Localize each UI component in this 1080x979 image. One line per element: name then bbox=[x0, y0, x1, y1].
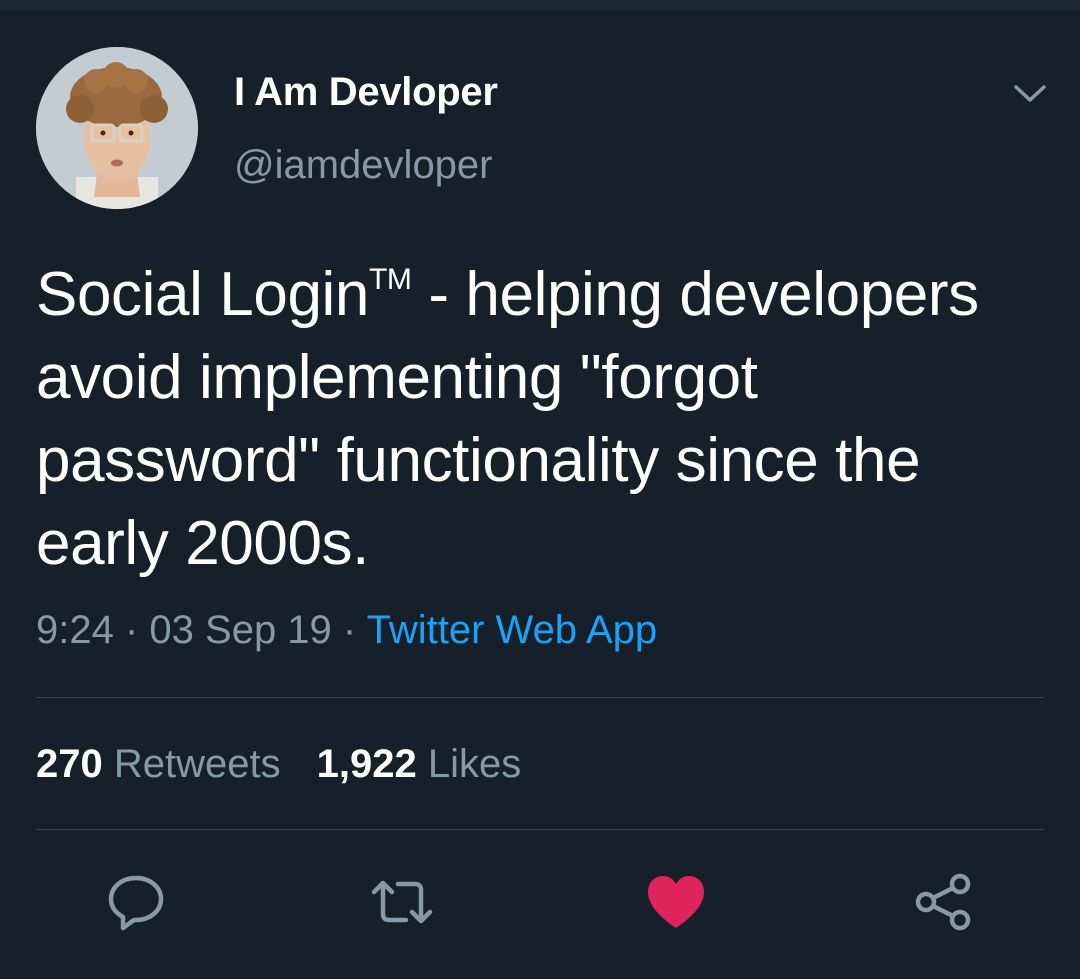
tweet-text: Social LoginTM - helping developers avoi… bbox=[36, 253, 1056, 585]
heart-icon bbox=[648, 876, 704, 928]
trademark-symbol: TM bbox=[369, 263, 412, 296]
tweet-meta: 9:24 · 03 Sep 19 · Twitter Web App bbox=[36, 608, 657, 653]
divider bbox=[36, 697, 1044, 698]
meta-separator: · bbox=[113, 608, 150, 652]
chevron-down-icon bbox=[1014, 85, 1046, 102]
likes-label: Likes bbox=[427, 742, 522, 786]
avatar-image bbox=[36, 47, 198, 209]
tweet-text-fragment: - helping developers bbox=[411, 260, 979, 329]
author-handle[interactable]: @iamdevloper bbox=[234, 143, 493, 188]
tweet-text-line: early 2000s. bbox=[36, 509, 369, 578]
tweet-text-line: Social LoginTM - helping developers bbox=[36, 253, 1056, 336]
tweet-text-line: avoid implementing "forgot bbox=[36, 343, 758, 412]
tweet-stats: 270 Retweets 1,922 Likes bbox=[36, 742, 521, 787]
share-button[interactable] bbox=[912, 870, 976, 934]
like-button[interactable] bbox=[644, 870, 708, 934]
top-bar-edge bbox=[0, 0, 1080, 10]
likes-stat[interactable]: 1,922 Likes bbox=[317, 742, 522, 786]
tweet-date[interactable]: 03 Sep 19 bbox=[149, 608, 331, 652]
retweets-stat[interactable]: 270 Retweets bbox=[36, 742, 281, 786]
tweet-detail-page: I Am Devloper @iamdevloper Social LoginT… bbox=[0, 0, 1080, 979]
retweet-button[interactable] bbox=[370, 870, 434, 934]
reply-button[interactable] bbox=[104, 870, 168, 934]
likes-count: 1,922 bbox=[316, 742, 417, 786]
tweet-source-link[interactable]: Twitter Web App bbox=[367, 608, 658, 652]
tweet-menu-button[interactable] bbox=[1010, 78, 1050, 108]
share-icon bbox=[915, 873, 971, 931]
author-display-name[interactable]: I Am Devloper bbox=[234, 70, 498, 115]
retweet-icon bbox=[371, 880, 433, 924]
retweets-count: 270 bbox=[36, 742, 103, 786]
reply-icon bbox=[108, 875, 164, 931]
tweet-text-line: password" functionality since the bbox=[36, 426, 921, 495]
meta-separator: · bbox=[331, 608, 367, 652]
avatar[interactable] bbox=[36, 47, 198, 209]
retweets-label: Retweets bbox=[113, 742, 281, 786]
divider bbox=[36, 829, 1044, 830]
tweet-text-fragment: Social Login bbox=[36, 260, 369, 329]
tweet-time[interactable]: 9:24 bbox=[36, 608, 114, 652]
